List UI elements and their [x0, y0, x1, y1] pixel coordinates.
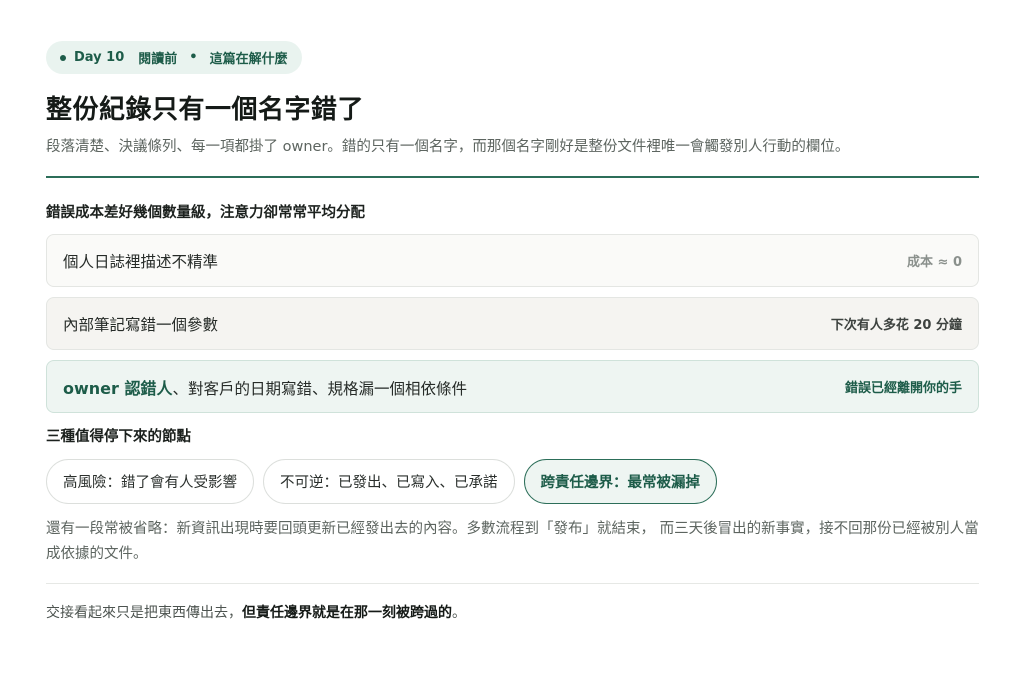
- cost-row-label: 內部筆記寫錯一個參數: [63, 315, 219, 334]
- page-title: 整份紀錄只有一個名字錯了: [46, 95, 365, 125]
- cost-row-label: 個人日誌裡描述不精準: [63, 252, 219, 271]
- cost-row-note: 成本 ≈ 0: [907, 255, 962, 270]
- cost-section-title: 錯誤成本差好幾個數量級，注意力卻常常平均分配: [46, 205, 365, 221]
- cost-row-note: 錯誤已經離開你的手: [844, 381, 962, 396]
- cost-row-personal-log: 個人日誌裡描述不精準 成本 ≈ 0: [46, 234, 979, 287]
- article: Day 10 閱讀前 • 這篇在解什麼 整份紀錄只有一個名字錯了 段落清楚、決議…: [46, 41, 979, 623]
- chip-irreversible[interactable]: 不可逆：已發出、已寫入、已承諾: [263, 459, 515, 504]
- chip-cross-boundary[interactable]: 跨責任邊界：最常被漏掉: [523, 459, 717, 504]
- cost-row-external: owner 認錯人、對客戶的日期寫錯、規格漏一個相依條件 錯誤已經離開你的手: [46, 360, 979, 413]
- badge-separator: •: [189, 50, 198, 65]
- chip-high-risk[interactable]: 高風險：錯了會有人受影響: [46, 459, 254, 504]
- stage-label: 閱讀前: [138, 52, 178, 67]
- cost-row-emphasis: owner 認錯人: [63, 378, 173, 398]
- day-label: Day 10: [74, 50, 125, 65]
- title-divider: [46, 176, 979, 178]
- footer-text: 交接看起來只是把東西傳出去，但責任邊界就是在那一刻被跨過的。: [46, 603, 979, 623]
- cost-list: 個人日誌裡描述不精準 成本 ≈ 0 內部筆記寫錯一個參數 下次有人多花 20 分…: [46, 234, 979, 413]
- page-subtitle: 段落清楚、決議條列、每一項都掛了 owner。錯的只有一個名字，而那個名字剛好是…: [46, 139, 850, 155]
- footer-lead: 交接看起來只是把東西傳出去，: [46, 605, 242, 621]
- bullet-dot-icon: [60, 54, 66, 61]
- cost-row-label: 、對客戶的日期寫錯、規格漏一個相依條件: [172, 379, 467, 398]
- footer-emphasis: 但責任邊界就是在那一刻被跨過的: [242, 605, 452, 621]
- cost-row-internal-note: 內部筆記寫錯一個參數 下次有人多花 20 分鐘: [46, 297, 979, 350]
- body-paragraph: 還有一段常被省略：新資訊出現時要回頭更新已經發出去的內容。多數流程到「發布」就結…: [46, 521, 979, 562]
- cost-row-note: 下次有人多花 20 分鐘: [830, 318, 962, 333]
- cost-row-label-group: owner 認錯人、對客戶的日期寫錯、規格漏一個相依條件: [63, 375, 467, 399]
- nodes-section-title: 三種值得停下來的節點: [46, 429, 191, 445]
- node-chip-group: 高風險：錯了會有人受影響 不可逆：已發出、已寫入、已承諾 跨責任邊界：最常被漏掉: [46, 459, 979, 504]
- header-badge: Day 10 閱讀前 • 這篇在解什麼: [46, 41, 302, 74]
- footer-divider: [46, 583, 979, 584]
- topic-label: 這篇在解什麼: [209, 52, 288, 67]
- footer-tail: 。: [452, 605, 466, 621]
